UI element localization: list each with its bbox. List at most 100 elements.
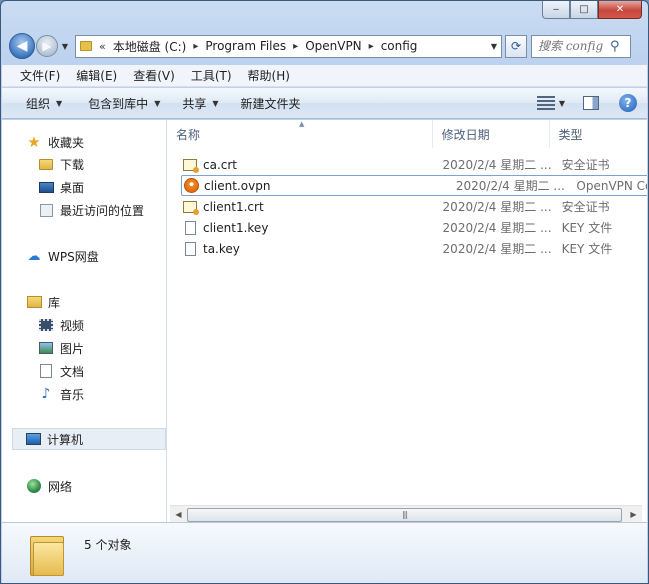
nav-item-desktop[interactable]: 桌面 (38, 176, 84, 198)
sort-ascending-icon: ▲ (299, 120, 305, 128)
column-name-label: 名称 (176, 127, 201, 142)
nav-item-label: 音乐 (60, 387, 85, 402)
folder-icon (80, 41, 92, 51)
nav-item-videos[interactable]: 视频 (38, 314, 84, 336)
column-header-name[interactable]: ▲ 名称 (167, 120, 433, 148)
file-row[interactable]: ca.crt 2020/2/4 星期二 ... 安全证书 (172, 154, 647, 175)
column-date-label: 修改日期 (441, 127, 490, 142)
breadcrumb-chevron-icon[interactable]: ▸ (289, 41, 302, 52)
menu-bar: 文件(F) 编辑(E) 查看(V) 工具(T) 帮助(H) (2, 65, 647, 87)
nav-wps-drive[interactable]: ☁ WPS网盘 (26, 245, 99, 267)
folder-icon (30, 532, 64, 576)
file-date: 2020/2/4 星期二 ... (442, 200, 552, 214)
column-header-type[interactable]: 类型 (550, 120, 647, 148)
file-type: 安全证书 (561, 200, 610, 214)
file-name: ca.crt (203, 157, 238, 172)
caret-down-icon: ▼ (154, 98, 161, 108)
organize-button[interactable]: 组织 ▼ (17, 95, 71, 112)
file-list[interactable]: ▲ 名称 修改日期 类型 ca.crt 2020/2/4 星期二 ... 安全证… (167, 120, 647, 522)
preview-pane-icon[interactable] (583, 96, 599, 110)
recent-places-icon (39, 203, 53, 217)
maximize-button[interactable]: □ (570, 1, 598, 19)
forward-button[interactable]: ▶ (36, 35, 58, 57)
column-type-label: 类型 (558, 127, 583, 142)
search-input[interactable] (532, 39, 610, 53)
column-header-date[interactable]: 修改日期 (433, 120, 550, 148)
breadcrumb-chevron-icon[interactable]: ▸ (365, 41, 378, 52)
scroll-track[interactable]: ||| (187, 507, 625, 522)
certificate-icon (183, 200, 199, 215)
help-icon[interactable]: ? (619, 94, 637, 112)
cloud-icon: ☁ (27, 248, 41, 264)
file-type: OpenVPN Co (576, 178, 647, 193)
music-icon: ♪ (41, 386, 51, 402)
scroll-left-button[interactable]: ◀ (170, 506, 187, 523)
minimize-button[interactable]: ‒ (542, 1, 570, 19)
refresh-button[interactable]: ⟳ (505, 34, 527, 58)
scroll-right-button[interactable]: ▶ (625, 506, 642, 523)
certificate-icon (183, 158, 199, 173)
nav-item-pictures[interactable]: 图片 (38, 337, 84, 359)
column-header-row: ▲ 名称 修改日期 类型 (167, 120, 647, 148)
file-name: client1.key (203, 220, 269, 235)
include-in-library-label: 包含到库中 (88, 96, 149, 111)
nav-item-label: 桌面 (60, 180, 85, 195)
breadcrumb-config[interactable]: config (378, 39, 421, 53)
menu-edit[interactable]: 编辑(E) (68, 67, 125, 84)
nav-item-recent[interactable]: 最近访问的位置 (38, 199, 144, 221)
document-icon (40, 364, 52, 378)
star-icon: ★ (27, 133, 41, 151)
search-box[interactable]: ⚲ (531, 34, 631, 58)
new-folder-button[interactable]: 新建文件夹 (232, 95, 310, 112)
horizontal-scrollbar[interactable]: ◀ ||| ▶ (170, 505, 642, 522)
picture-icon (39, 342, 53, 354)
file-row[interactable]: client1.key 2020/2/4 星期二 ... KEY 文件 (172, 217, 647, 238)
back-button[interactable]: ◀ (9, 33, 35, 59)
nav-favorites[interactable]: ★ 收藏夹 (26, 131, 84, 153)
network-icon (27, 479, 41, 493)
breadcrumb-openvpn[interactable]: OpenVPN (302, 39, 364, 53)
nav-wps-label: WPS网盘 (48, 249, 99, 264)
menu-help[interactable]: 帮助(H) (240, 67, 298, 84)
nav-network[interactable]: 网络 (26, 475, 72, 497)
history-dropdown-icon[interactable]: ▼ (59, 42, 71, 51)
file-icon (184, 220, 196, 235)
desktop-icon (38, 181, 54, 193)
file-name: ta.key (203, 241, 240, 256)
menu-view[interactable]: 查看(V) (125, 67, 183, 84)
nav-item-label: 视频 (60, 318, 85, 333)
library-icon (26, 296, 42, 308)
file-row[interactable]: client1.crt 2020/2/4 星期二 ... 安全证书 (172, 196, 647, 217)
details-pane: 5 个对象 (2, 522, 647, 583)
openvpn-config-icon (183, 178, 199, 193)
nav-item-downloads[interactable]: 下载 (38, 153, 84, 175)
caret-down-icon: ▼ (212, 98, 219, 108)
nav-item-documents[interactable]: 文档 (38, 360, 84, 382)
nav-network-label: 网络 (48, 479, 73, 494)
address-overflow-button[interactable]: « (95, 40, 110, 53)
file-name: client1.crt (203, 199, 264, 214)
downloads-folder-icon (39, 158, 53, 170)
navigation-pane[interactable]: ★ 收藏夹 下载 桌面 最近访问的位置 ☁ WPS网盘 库 视频 图片 文档 ♪… (2, 120, 167, 522)
computer-icon (25, 433, 41, 445)
include-in-library-button[interactable]: 包含到库中 ▼ (79, 95, 169, 112)
scroll-thumb[interactable]: ||| (187, 507, 622, 522)
file-type: KEY 文件 (561, 221, 613, 235)
breadcrumb-local-disk[interactable]: 本地磁盘 (C:) (110, 38, 190, 55)
nav-libraries[interactable]: 库 (26, 291, 60, 313)
menu-tools[interactable]: 工具(T) (183, 67, 240, 84)
breadcrumb-program-files[interactable]: Program Files (202, 39, 289, 53)
nav-computer[interactable]: 计算机 (12, 428, 166, 450)
close-button[interactable]: ✕ (598, 1, 642, 19)
view-dropdown-icon[interactable]: ▼ (559, 99, 565, 108)
menu-file[interactable]: 文件(F) (12, 67, 68, 84)
address-dropdown-icon[interactable]: ▼ (487, 42, 501, 51)
address-bar[interactable]: « 本地磁盘 (C:) ▸ Program Files ▸ OpenVPN ▸ … (75, 34, 502, 58)
search-icon[interactable]: ⚲ (610, 39, 620, 54)
nav-item-music[interactable]: ♪ 音乐 (38, 383, 84, 405)
view-options-icon[interactable] (536, 96, 555, 110)
share-button[interactable]: 共享 ▼ (173, 95, 227, 112)
breadcrumb-chevron-icon[interactable]: ▸ (189, 41, 202, 52)
file-row[interactable]: client.ovpn 2020/2/4 星期二 ... OpenVPN Co (181, 175, 647, 196)
file-row[interactable]: ta.key 2020/2/4 星期二 ... KEY 文件 (172, 238, 647, 259)
